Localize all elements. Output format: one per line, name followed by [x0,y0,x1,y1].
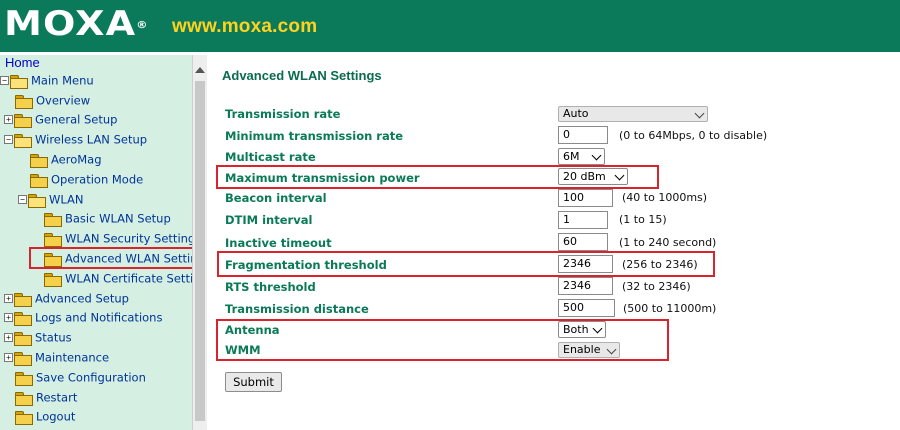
sidebar-item-restart[interactable]: Restart [15,388,77,406]
multicast-rate-label: Multicast rate [225,150,316,164]
header-banner: MOXA® www.moxa.com [0,0,900,52]
sidebar-item-save-configuration[interactable]: Save Configuration [15,368,146,386]
chevron-down-icon [606,344,617,355]
folder-icon [15,391,33,406]
folder-icon [14,292,32,307]
sidebar-scrollbar[interactable] [192,55,207,430]
open-folder-icon [10,74,28,89]
folder-icon [44,252,62,267]
sidebar-item-wlan[interactable]: − WLAN [18,190,84,208]
transmission-distance-input[interactable]: 500 [558,299,615,317]
transmission-rate-label: Transmission rate [225,107,341,121]
folder-icon [30,173,48,188]
collapse-icon[interactable]: − [0,76,9,85]
dtim-interval-label: DTIM interval [225,213,313,227]
antenna-select[interactable]: Both [558,321,606,338]
inactive-timeout-input[interactable]: 60 [558,233,608,251]
transmission-rate-select[interactable]: Auto [558,106,708,122]
sidebar-item-maintenance[interactable]: + Maintenance [4,348,109,366]
expand-icon[interactable]: + [4,294,13,303]
submit-button[interactable]: Submit [225,372,282,392]
max-transmission-power-label: Maximum transmission power [225,171,420,185]
sidebar-item-overview[interactable]: Overview [15,91,90,109]
sidebar-item-advanced-setup[interactable]: + Advanced Setup [4,289,129,307]
wmm-label: WMM [225,343,261,357]
open-folder-icon [14,133,32,148]
page-title: Advanced WLAN Settings [222,68,382,83]
antenna-label: Antenna [225,323,280,337]
beacon-interval-input[interactable]: 100 [558,189,613,207]
folder-icon [44,232,62,247]
inactive-timeout-label: Inactive timeout [225,236,332,250]
folder-icon [14,351,32,366]
chevron-down-icon [592,323,603,334]
rts-threshold-input[interactable]: 2346 [558,277,613,295]
sidebar-item-wireless-lan-setup[interactable]: − Wireless LAN Setup [4,130,147,148]
beacon-interval-hint: (40 to 1000ms) [622,191,708,204]
transmission-distance-hint: (500 to 11000m) [623,302,717,315]
dtim-interval-input[interactable]: 1 [558,211,608,229]
sidebar-item-logout[interactable]: Logout [15,407,75,425]
folder-icon [15,371,33,386]
expand-icon[interactable]: + [4,353,13,362]
expand-icon[interactable]: + [4,313,13,322]
transmission-distance-label: Transmission distance [225,302,369,316]
sidebar-menu: Home − Main Menu Overview + General Setup … [0,55,192,430]
folder-icon [44,272,62,287]
home-link[interactable]: Home [5,55,40,70]
folder-icon [30,153,48,168]
sidebar-item-main-menu[interactable]: − Main Menu [0,71,94,89]
sidebar-item-status[interactable]: + Status [4,328,72,346]
chevron-down-icon [694,108,705,119]
folder-icon [15,94,33,109]
rts-threshold-label: RTS threshold [225,280,316,294]
scrollbar-thumb[interactable] [195,81,205,421]
min-transmission-rate-input[interactable]: 0 [558,126,608,144]
folder-icon [14,113,32,128]
moxa-logo: MOXA® [4,4,149,44]
fragmentation-threshold-label: Fragmentation threshold [225,258,387,272]
sidebar-item-logs-and-notifications[interactable]: + Logs and Notifications [4,308,162,326]
wmm-select[interactable]: Enable [558,342,620,358]
collapse-icon[interactable]: − [18,195,27,204]
sidebar-item-operation-mode[interactable]: Operation Mode [30,170,143,188]
folder-icon [44,212,62,227]
folder-icon [15,410,33,425]
folder-icon [14,331,32,346]
sidebar-item-basic-wlan-setup[interactable]: Basic WLAN Setup [44,209,171,227]
collapse-icon[interactable]: − [4,135,13,144]
sidebar-item-wlan-certificate-settings[interactable]: WLAN Certificate Settings [44,269,192,287]
moxa-url: www.moxa.com [172,16,318,37]
chevron-down-icon [614,170,625,181]
sidebar-item-wlan-security-settings[interactable]: WLAN Security Settings [44,229,192,247]
min-transmission-rate-hint: (0 to 64Mbps, 0 to disable) [619,129,768,142]
multicast-rate-select[interactable]: 6M [558,148,605,165]
expand-icon[interactable]: + [4,115,13,124]
max-transmission-power-select[interactable]: 20 dBm [558,168,628,185]
fragmentation-threshold-hint: (256 to 2346) [622,258,698,271]
dtim-interval-hint: (1 to 15) [619,213,667,226]
beacon-interval-label: Beacon interval [225,191,327,205]
open-folder-icon [28,193,46,208]
sidebar-item-general-setup[interactable]: + General Setup [4,110,117,128]
sidebar-item-advanced-wlan-settings[interactable]: Advanced WLAN Settings [44,249,192,267]
rts-threshold-hint: (32 to 2346) [622,280,691,293]
sidebar-item-aeromag[interactable]: AeroMag [30,150,102,168]
fragmentation-threshold-input[interactable]: 2346 [558,255,613,273]
inactive-timeout-hint: (1 to 240 second) [619,236,717,249]
min-transmission-rate-label: Minimum transmission rate [225,129,404,143]
folder-icon [14,311,32,326]
chevron-down-icon [591,150,602,161]
scroll-up-arrow-icon[interactable] [195,67,205,73]
expand-icon[interactable]: + [4,333,13,342]
main-content: Advanced WLAN Settings Transmission rate… [207,55,900,430]
